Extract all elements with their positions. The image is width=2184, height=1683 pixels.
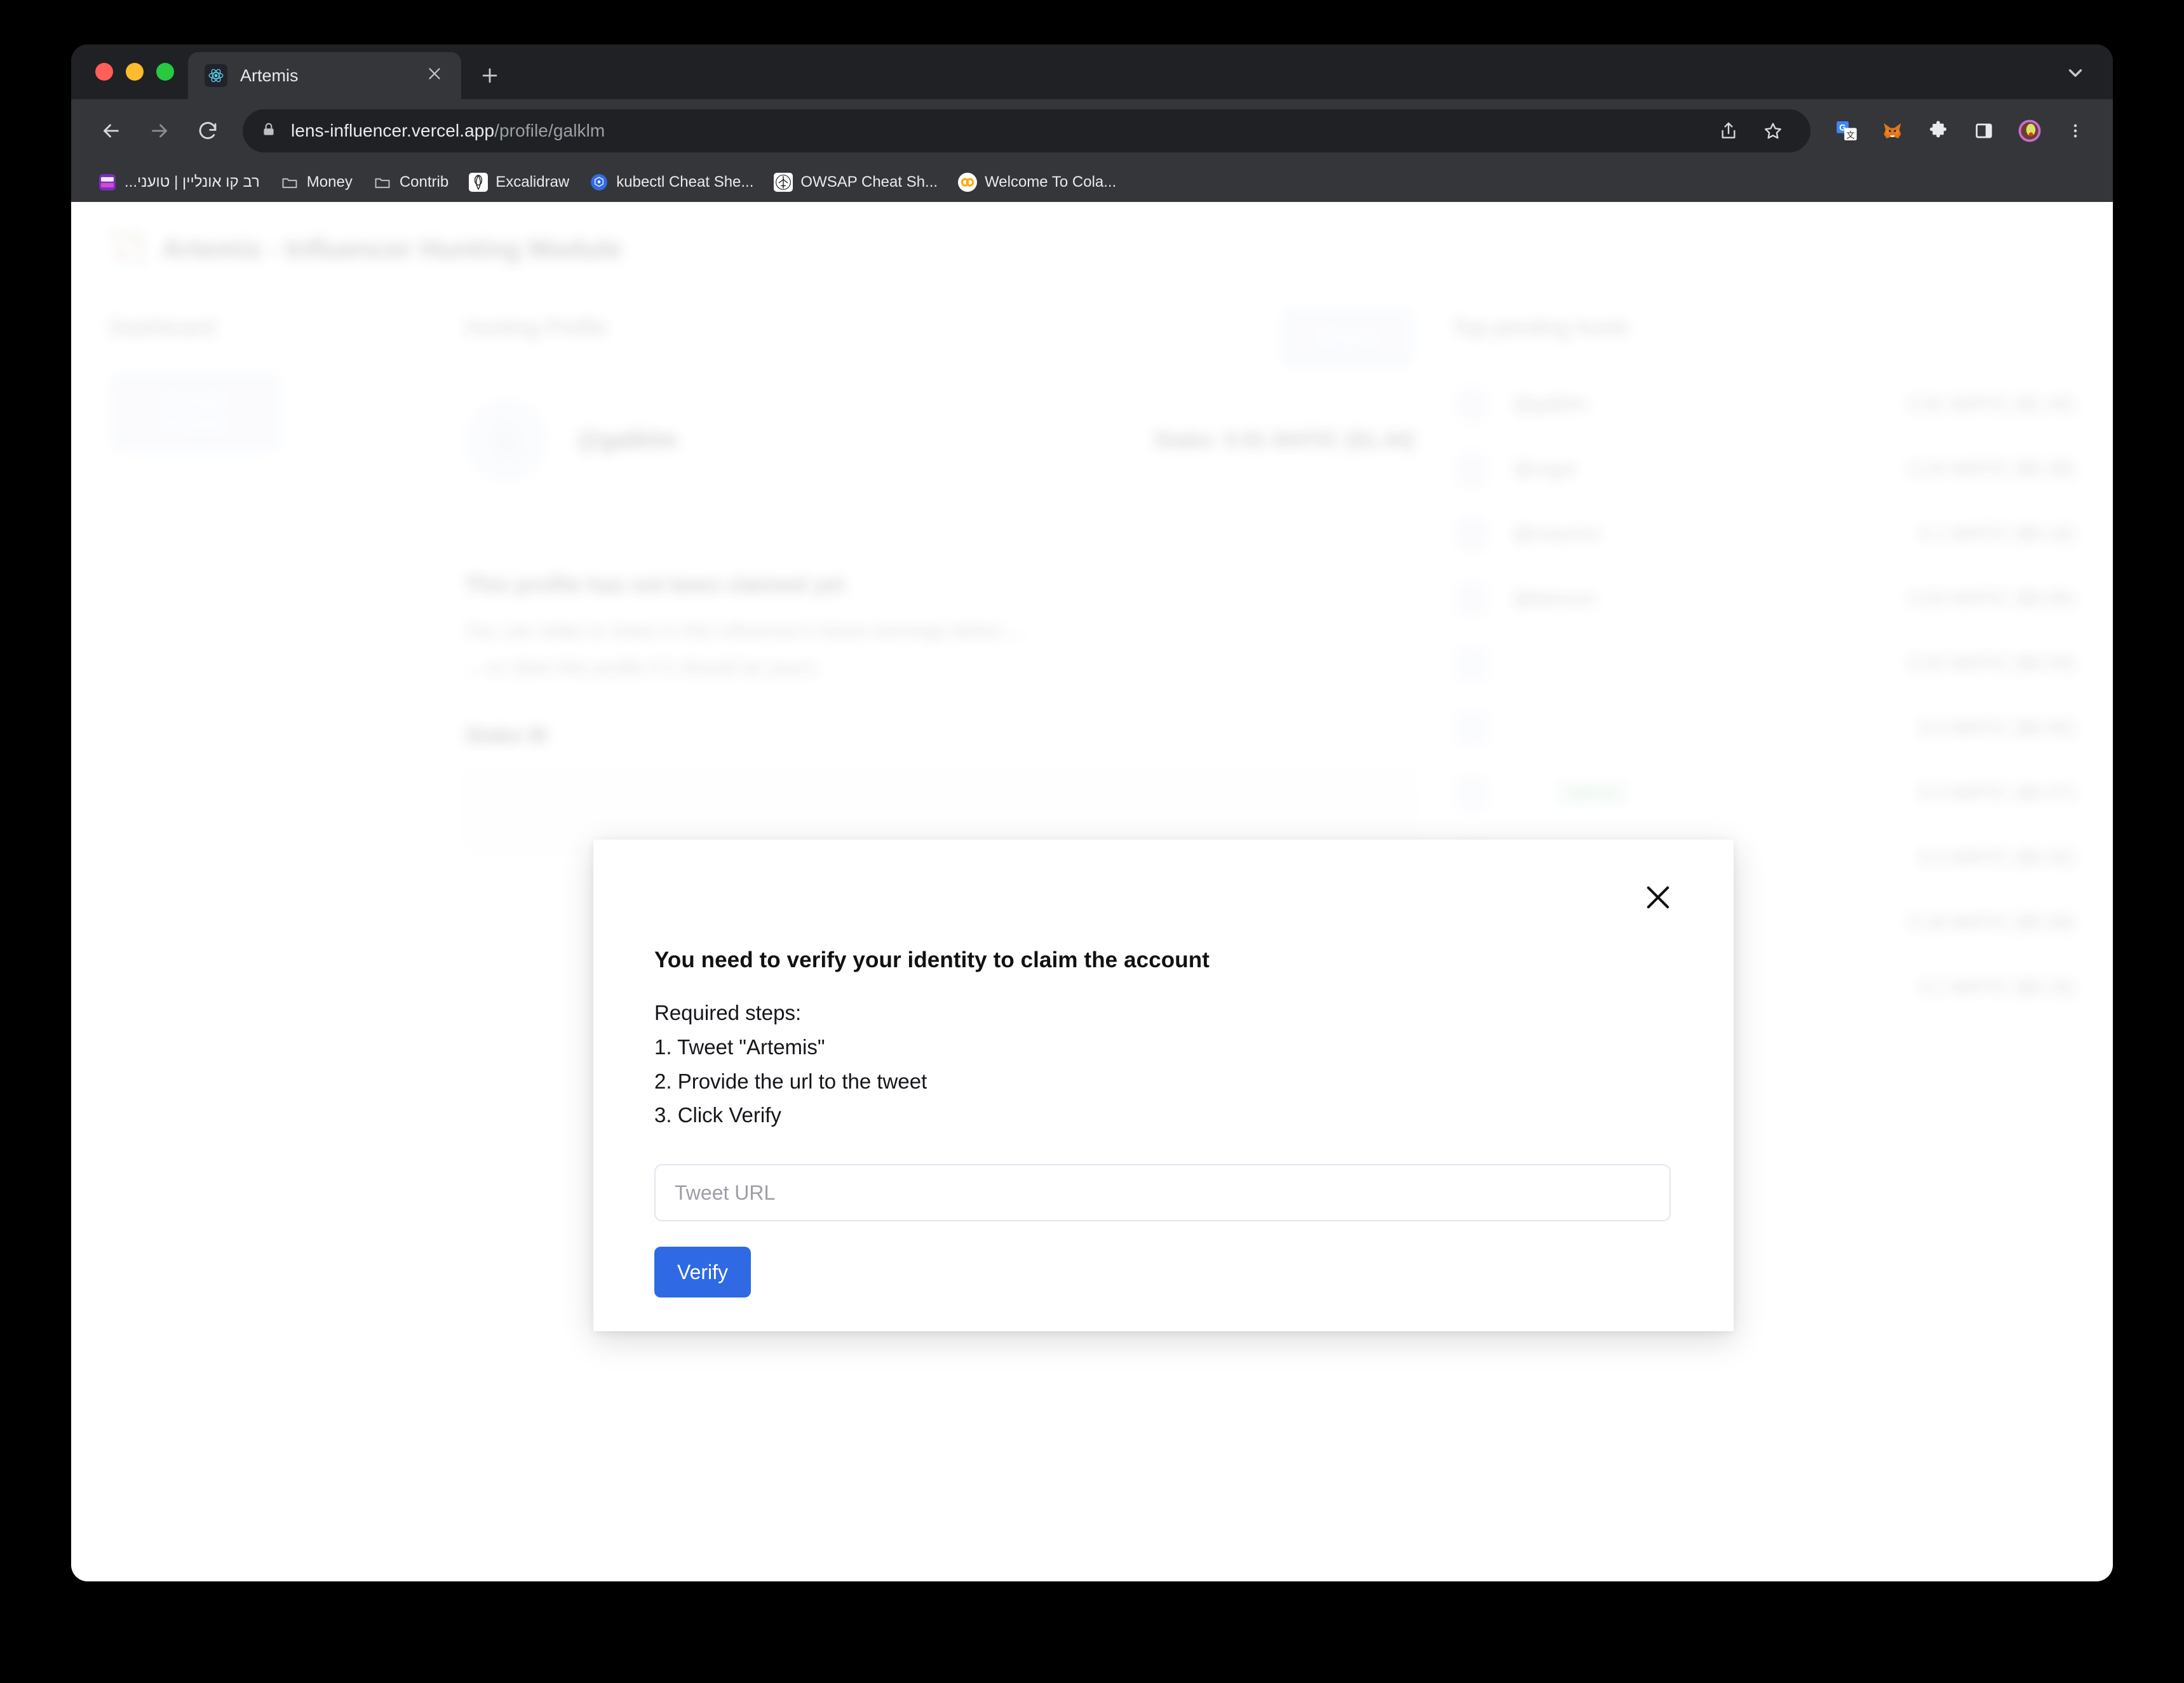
step-2: 2. Provide the url to the tweet [654,1069,927,1093]
browser-toolbar: lens-influencer.vercel.app/profile/galkl… [71,99,2113,163]
close-window-button[interactable] [95,63,113,81]
side-panel-icon[interactable] [1964,111,2004,151]
browser-window: Artemis lens-influencer.vercel.app/profi… [71,44,2113,1581]
bookmark-colab[interactable]: Welcome To Cola... [949,169,1125,196]
kubernetes-icon [590,173,609,192]
arrow-right-icon[interactable] [138,110,180,152]
omnibox-domain: lens-influencer.vercel.app [291,121,495,140]
bookmark-label: Welcome To Cola... [985,173,1117,191]
step-3: 3. Click Verify [654,1103,781,1127]
bookmark-ravkav[interactable]: רב קו אונליין | טועני... [89,169,269,196]
bookmark-label: Excalidraw [495,173,570,191]
bookmark-label: kubectl Cheat She... [616,173,754,191]
verify-button[interactable]: Verify [654,1247,751,1298]
bookmark-excalidraw[interactable]: Excalidraw [460,169,578,196]
page-viewport: 🏹 Artemis - Influencer Hunting Module Da… [71,202,2113,1581]
share-icon[interactable] [1709,111,1748,151]
bookmark-label: OWSAP Cheat Sh... [800,173,938,191]
extensions-puzzle-icon[interactable] [1918,111,1958,151]
close-icon[interactable] [422,65,447,86]
bookmark-label: רב קו אונליין | טועני... [125,173,260,191]
google-translate-icon[interactable]: G 文 [1827,111,1866,151]
reload-icon[interactable] [187,110,229,152]
colab-icon [958,173,978,192]
react-atom-icon [205,64,227,87]
metamask-fox-icon[interactable] [1873,111,1912,151]
modal-body: You need to verify your identity to clai… [593,840,1734,1298]
window-traffic-lights [71,44,188,99]
bookmark-kubectl[interactable]: kubectl Cheat She... [581,169,762,196]
bookmark-money[interactable]: Money [271,169,361,196]
star-icon[interactable] [1753,111,1793,151]
maximize-window-button[interactable] [156,63,174,81]
tab-title: Artemis [240,65,299,85]
chrome-menu-icon[interactable] [2056,111,2095,151]
svg-text:文: 文 [1846,130,1855,140]
owasp-icon [774,173,793,192]
steps-intro: Required steps: [654,1001,802,1024]
minimize-window-button[interactable] [126,63,144,81]
omnibox-path: /profile/galklm [494,121,605,140]
arrow-left-icon[interactable] [90,110,132,152]
address-bar[interactable]: lens-influencer.vercel.app/profile/galkl… [243,109,1810,152]
plus-icon[interactable] [470,56,509,95]
ravkav-icon [98,173,117,192]
lock-icon [260,121,277,141]
folder-icon [373,173,392,192]
bookmark-label: Contrib [399,173,449,191]
bookmarks-bar: רב קו אונליין | טועני... Money Contrib E… [71,163,2113,202]
bookmark-label: Money [306,173,353,191]
tab-strip: Artemis [71,44,2113,99]
omnibox-url-text: lens-influencer.vercel.app/profile/galkl… [291,121,605,141]
close-icon[interactable] [1635,874,1682,921]
profile-avatar-icon[interactable] [2010,111,2049,151]
tweet-url-input[interactable]: Tweet URL [654,1164,1671,1222]
bookmark-contrib[interactable]: Contrib [364,169,457,196]
verify-identity-modal: You need to verify your identity to clai… [593,840,1734,1331]
excalidraw-icon [469,173,489,192]
chevron-down-icon[interactable] [2059,57,2091,89]
modal-steps: Required steps: 1. Tweet "Artemis" 2. Pr… [654,996,1673,1132]
step-1: 1. Tweet "Artemis" [654,1035,825,1059]
folder-icon [280,173,299,192]
browser-tab-artemis[interactable]: Artemis [188,52,461,99]
bookmark-owasp[interactable]: OWSAP Cheat Sh... [765,169,947,196]
modal-title: You need to verify your identity to clai… [654,948,1210,972]
